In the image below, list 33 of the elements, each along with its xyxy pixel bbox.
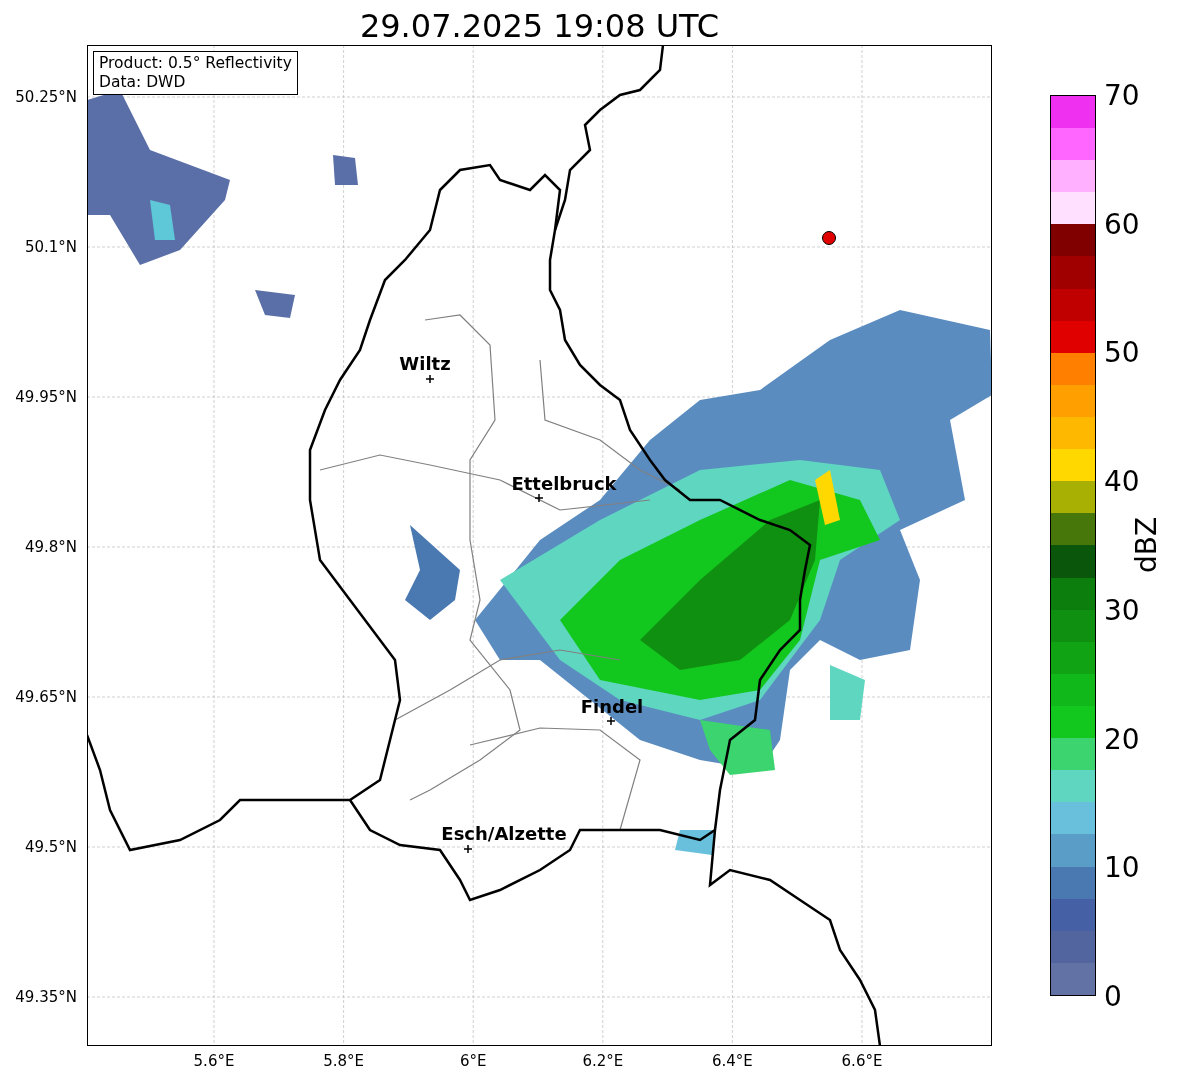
colorbar-tick-label: 40: [1104, 464, 1140, 498]
axis-tick-label: 49.8°N: [24, 538, 77, 556]
colorbar-tick-label: 70: [1104, 78, 1140, 112]
axis-tick-label: 6.4°E: [711, 1052, 753, 1070]
axis-tick-label: 49.5°N: [24, 838, 77, 856]
colorbar-tick-label: 0: [1104, 979, 1122, 1013]
axis-tick-label: 6.2°E: [582, 1052, 624, 1070]
chart-title: 29.07.2025 19:08 UTC: [359, 9, 720, 43]
colorbar-tick-label: 10: [1104, 850, 1140, 884]
legend-text: Data: DWD: [99, 73, 187, 92]
axis-tick-label: 5.6°E: [193, 1052, 235, 1070]
colorbar-label: dBZ: [1129, 516, 1163, 574]
legend-text: Product: 0.5° Reflectivity: [99, 54, 292, 73]
city-label: Ettelbruck: [511, 472, 617, 494]
colorbar-tick-label: 50: [1104, 335, 1140, 369]
axis-tick-label: 49.95°N: [15, 388, 77, 406]
city-label: Esch/Alzette: [441, 822, 567, 844]
axis-tick-label: 49.35°N: [15, 988, 77, 1006]
radar-site-marker: [822, 231, 836, 245]
city-label: Wiltz: [399, 352, 451, 374]
axis-tick-label: 50.25°N: [15, 88, 77, 106]
colorbar-tick-label: 30: [1104, 593, 1140, 627]
city-marker-icon: [464, 845, 472, 853]
city-marker-icon: [535, 494, 543, 502]
colorbar-tick-label: 20: [1104, 722, 1140, 756]
axis-tick-label: 6.6°E: [841, 1052, 883, 1070]
city-marker-icon: [607, 717, 615, 725]
axis-tick-label: 6°E: [459, 1052, 487, 1070]
axis-tick-label: 50.1°N: [24, 238, 77, 256]
city-marker-icon: [426, 375, 434, 383]
axis-tick-label: 49.65°N: [15, 688, 77, 706]
colorbar-tick-label: 60: [1104, 207, 1140, 241]
axis-tick-label: 5.8°E: [323, 1052, 364, 1070]
